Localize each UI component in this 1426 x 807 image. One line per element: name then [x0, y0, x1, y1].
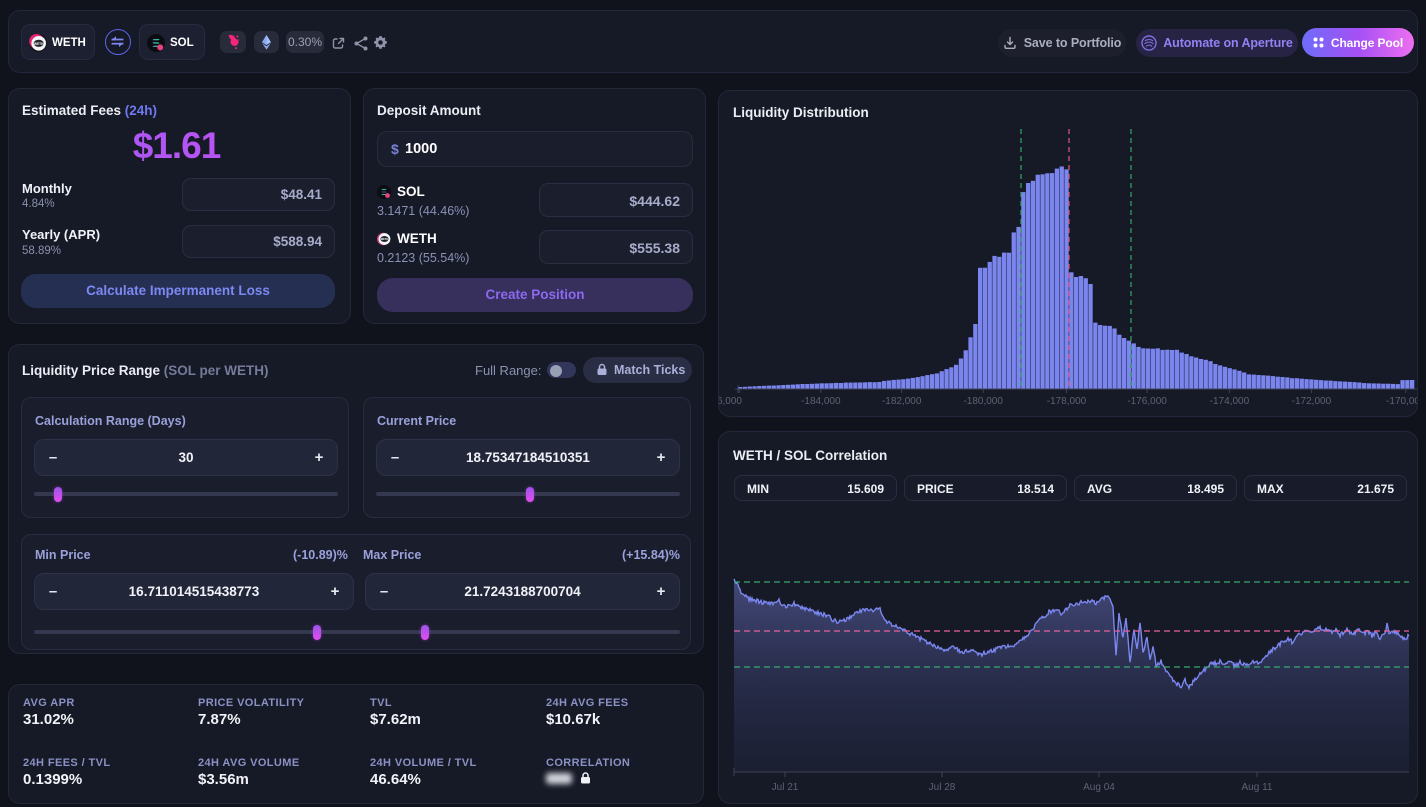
svg-text:WETH: WETH — [34, 42, 44, 46]
svg-text:WETH: WETH — [381, 238, 388, 241]
svg-text:-180,000: -180,000 — [963, 396, 1003, 407]
svg-text:-174,000: -174,000 — [1210, 396, 1250, 407]
svg-text:-176,000: -176,000 — [1127, 396, 1167, 407]
svg-text:Jul 28: Jul 28 — [929, 782, 956, 793]
svg-text:Jul 21: Jul 21 — [772, 782, 799, 793]
svg-text:-186,000: -186,000 — [719, 396, 742, 407]
svg-text:-170,000: -170,000 — [1386, 396, 1417, 407]
svg-text:-184,000: -184,000 — [801, 396, 841, 407]
svg-text:-172,000: -172,000 — [1292, 396, 1332, 407]
svg-text:Aug 11: Aug 11 — [1242, 782, 1273, 793]
svg-text:-182,000: -182,000 — [882, 396, 922, 407]
svg-text:-178,000: -178,000 — [1047, 396, 1087, 407]
svg-text:Aug 04: Aug 04 — [1083, 782, 1115, 793]
